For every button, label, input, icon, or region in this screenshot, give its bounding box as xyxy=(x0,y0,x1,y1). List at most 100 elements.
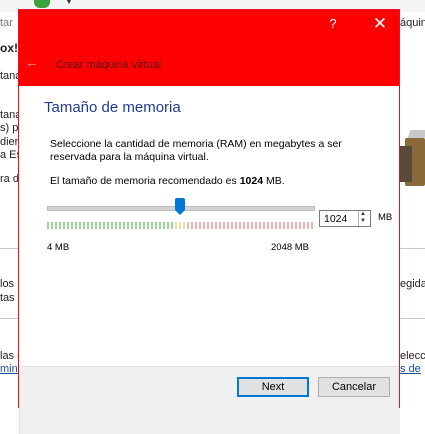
bg-fragment: ox! xyxy=(0,41,18,55)
slider-tick xyxy=(239,222,241,229)
memory-spinbox[interactable]: 1024 ▲ ▼ xyxy=(319,210,371,227)
slider-tick xyxy=(215,222,217,229)
slider-tick xyxy=(199,222,201,229)
slider-tick xyxy=(203,222,205,229)
cancel-button[interactable]: Cancelar xyxy=(318,377,390,397)
wizard-header: ← Crear máquina virtual xyxy=(19,44,399,86)
slider-tick xyxy=(163,222,165,229)
slider-tick xyxy=(87,222,89,229)
slider-tick xyxy=(147,222,149,229)
slider-tick xyxy=(47,222,49,229)
slider-tick xyxy=(135,222,137,229)
memory-slider[interactable] xyxy=(47,198,315,238)
bg-fragment: egida xyxy=(400,278,425,290)
memory-value-input[interactable]: 1024 xyxy=(324,213,347,225)
page-title: Tamaño de memoria xyxy=(44,99,181,116)
spin-up-icon[interactable]: ▲ xyxy=(360,211,366,218)
slider-tick xyxy=(123,222,125,229)
bg-fragment: los xyxy=(0,278,15,290)
slider-tick xyxy=(307,222,309,229)
slider-tick xyxy=(283,222,285,229)
slider-tick xyxy=(183,222,185,229)
slider-thumb[interactable] xyxy=(174,198,185,215)
slider-tick xyxy=(287,222,289,229)
divider xyxy=(0,248,19,249)
slider-tick xyxy=(171,222,173,229)
divider xyxy=(400,318,425,319)
slider-tick xyxy=(211,222,213,229)
slider-tick xyxy=(51,222,53,229)
slider-min-label: 4 MB xyxy=(47,242,70,253)
slider-tick xyxy=(295,222,297,229)
memory-unit-label: MB xyxy=(378,212,393,223)
slider-tick xyxy=(159,222,161,229)
slider-tick xyxy=(139,222,141,229)
slider-tick xyxy=(275,222,277,229)
slider-tick xyxy=(223,222,225,229)
toolbar-start-icon[interactable] xyxy=(34,0,50,8)
slider-max-label: 2048 MB xyxy=(271,242,310,253)
slider-tick xyxy=(279,222,281,229)
wizard-page: Tamaño de memoria Seleccione la cantidad… xyxy=(19,86,399,366)
slider-tick xyxy=(151,222,153,229)
slider-tick xyxy=(267,222,269,229)
help-button[interactable]: ? xyxy=(314,10,352,38)
recommend-prefix: El tamaño de memoria recomendado es xyxy=(50,175,240,187)
slider-tick xyxy=(299,222,301,229)
slider-tick xyxy=(195,222,197,229)
slider-tick xyxy=(263,222,265,229)
slider-tick xyxy=(79,222,81,229)
slider-tick xyxy=(143,222,145,229)
slider-tick xyxy=(111,222,113,229)
slider-tick xyxy=(187,222,189,229)
slider-tick xyxy=(251,222,253,229)
slider-tick xyxy=(71,222,73,229)
slider-tick xyxy=(231,222,233,229)
chevron-down-icon[interactable]: ▼ xyxy=(64,0,74,7)
slider-tick xyxy=(311,222,313,229)
machine-preview-image xyxy=(400,130,425,190)
bg-fragment: ra d xyxy=(0,173,19,185)
slider-tick xyxy=(155,222,157,229)
bg-link-fragment[interactable]: s de xyxy=(400,363,421,375)
slider-tick xyxy=(103,222,105,229)
create-vm-dialog: ? ✕ ← Crear máquina virtual Tamaño de me… xyxy=(18,9,400,408)
slider-tick xyxy=(179,222,181,229)
slider-tick xyxy=(75,222,77,229)
slider-tick xyxy=(127,222,129,229)
slider-tick xyxy=(99,222,101,229)
slider-ticks xyxy=(47,222,315,231)
slider-tick xyxy=(227,222,229,229)
slider-tick xyxy=(83,222,85,229)
slider-tick xyxy=(131,222,133,229)
spin-down-icon[interactable]: ▼ xyxy=(360,218,366,225)
back-arrow-icon[interactable]: ← xyxy=(25,54,39,70)
slider-tick xyxy=(259,222,261,229)
slider-tick xyxy=(207,222,209,229)
recommended-memory-text: El tamaño de memoria recomendado es 1024… xyxy=(50,175,285,187)
slider-tick xyxy=(291,222,293,229)
bg-fragment: elecc xyxy=(400,350,425,362)
wizard-title: Crear máquina virtual xyxy=(56,59,162,71)
bg-fragment: áquina xyxy=(400,17,425,29)
bg-fragment: s) p xyxy=(0,122,19,134)
slider-tick xyxy=(119,222,121,229)
slider-tick xyxy=(107,222,109,229)
slider-tick xyxy=(55,222,57,229)
slider-tick xyxy=(235,222,237,229)
bg-fragment: las i xyxy=(0,350,20,362)
recommend-value: 1024 xyxy=(239,175,264,187)
slider-tick xyxy=(95,222,97,229)
divider xyxy=(0,318,19,319)
slider-tick xyxy=(219,222,221,229)
slider-tick xyxy=(243,222,245,229)
dialog-footer: Next Cancelar xyxy=(19,366,399,408)
close-button[interactable]: ✕ xyxy=(361,10,399,38)
next-button[interactable]: Next xyxy=(237,377,309,397)
slider-tick xyxy=(59,222,61,229)
bg-fragment: tar xyxy=(0,17,13,29)
page-description: Seleccione la cantidad de memoria (RAM) … xyxy=(50,138,342,163)
divider xyxy=(400,248,425,249)
slider-tick xyxy=(167,222,169,229)
slider-tick xyxy=(255,222,257,229)
